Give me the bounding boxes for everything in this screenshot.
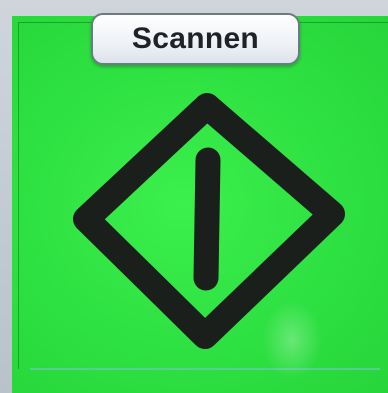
diamond-exclamation-warning-icon bbox=[73, 93, 345, 349]
screen-bottom-divider bbox=[30, 368, 380, 370]
scan-button-label: Scannen bbox=[131, 22, 260, 55]
scan-button[interactable]: Scannen bbox=[91, 13, 300, 65]
warning-bar bbox=[193, 147, 221, 291]
